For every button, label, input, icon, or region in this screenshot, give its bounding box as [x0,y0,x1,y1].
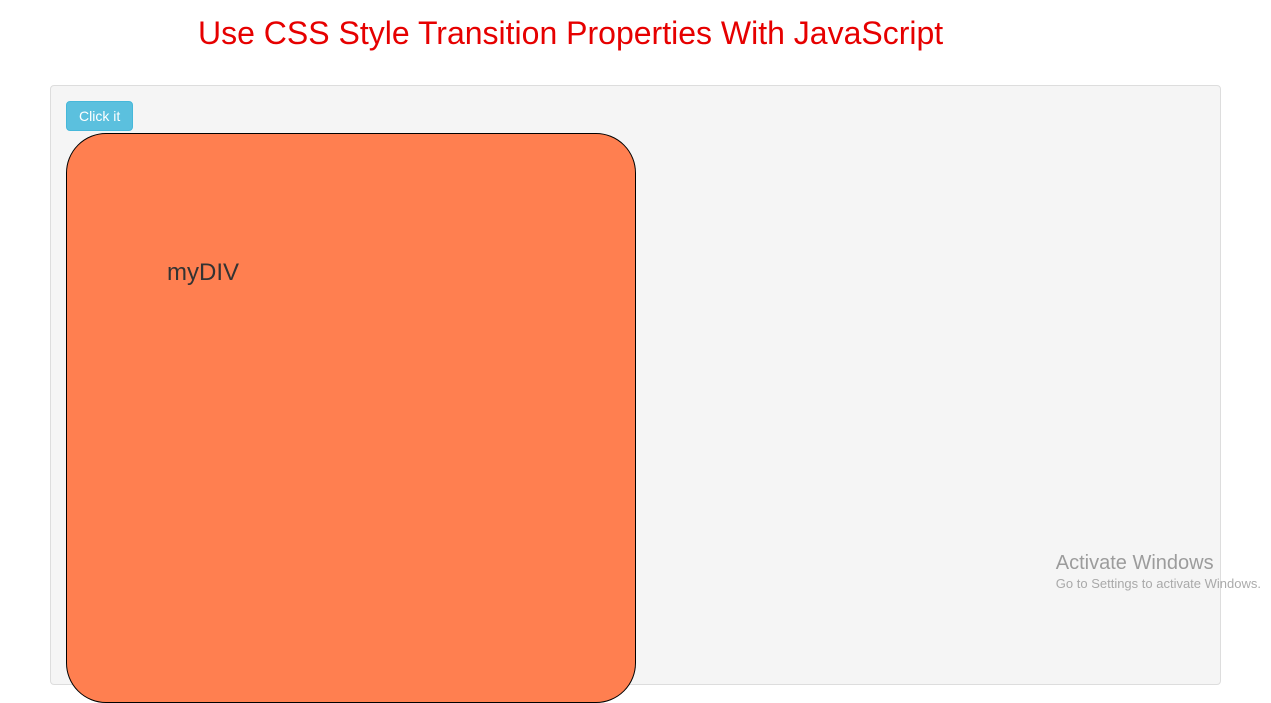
mydiv-label: myDIV [167,259,239,286]
watermark-title: Activate Windows [1056,550,1261,576]
click-it-button[interactable]: Click it [66,101,133,131]
mydiv-box: myDIV [66,133,636,703]
watermark-subtitle: Go to Settings to activate Windows. [1056,576,1261,593]
demo-panel: Click it myDIV [50,85,1221,685]
page-title: Use CSS Style Transition Properties With… [0,0,1271,67]
windows-activation-watermark: Activate Windows Go to Settings to activ… [1056,550,1261,593]
